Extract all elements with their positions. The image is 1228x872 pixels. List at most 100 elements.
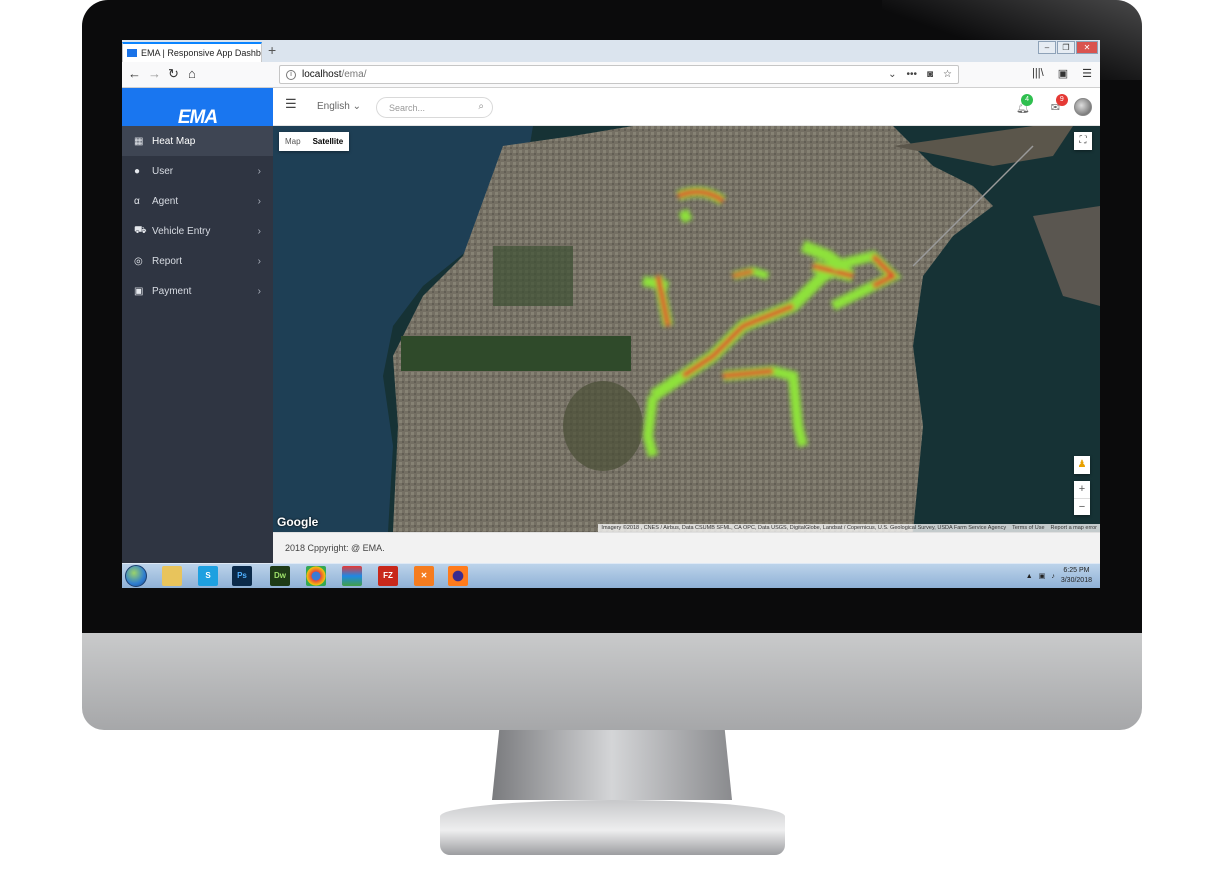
search-input[interactable]: Search... ⌕ xyxy=(376,97,493,118)
photoshop-icon[interactable]: Ps xyxy=(232,566,252,586)
report-error-link[interactable]: Report a map error xyxy=(1051,525,1097,531)
network-icon[interactable]: ▣ xyxy=(1039,572,1046,580)
sidebar-item-label: Vehicle Entry xyxy=(152,225,211,237)
dreamweaver-icon[interactable]: Dw xyxy=(270,566,290,586)
zoom-out-button[interactable]: − xyxy=(1074,498,1090,515)
sidebar-item-label: Agent xyxy=(152,195,179,207)
sidebar-item-vehicle-entry[interactable]: ⛟ Vehicle Entry › xyxy=(122,216,273,246)
brand-logo[interactable]: EMA xyxy=(122,88,273,126)
browser-nav-bar: ← → ↻ ⌂ i localhost/ema/ ⌄ ••• ◙ ☆ |||\ … xyxy=(122,62,1100,88)
new-tab-icon[interactable]: + xyxy=(268,42,276,58)
clock[interactable]: 6:25 PM 3/30/2018 xyxy=(1061,566,1092,586)
window-controls: – ❐ ✕ xyxy=(1038,41,1098,54)
url-host: localhost xyxy=(302,69,342,80)
copyright-text: 2018 Cppyright: @ EMA. xyxy=(285,543,385,553)
minimize-icon[interactable]: – xyxy=(1038,41,1056,54)
skype-icon[interactable]: S xyxy=(198,566,218,586)
xampp-icon[interactable]: ✕ xyxy=(414,566,434,586)
chevron-right-icon: › xyxy=(257,255,261,267)
terms-link[interactable]: Terms of Use xyxy=(1012,525,1044,531)
home-icon[interactable]: ⌂ xyxy=(188,66,196,81)
volume-icon[interactable]: ♪ xyxy=(1051,573,1055,580)
car-icon: ⛟ xyxy=(134,224,147,236)
bell-icon[interactable]: 🔔︎ 4 xyxy=(1016,94,1034,114)
browser-tab[interactable]: EMA | Responsive App Dashbo ✕ xyxy=(122,42,262,62)
heat-map[interactable]: Map Satellite ⛶ ♟ + − Google Imagery ©20… xyxy=(273,126,1100,532)
library-icon[interactable]: |||\ xyxy=(1032,67,1044,80)
clock-date: 3/30/2018 xyxy=(1060,577,1092,584)
sidebar-item-label: Heat Map xyxy=(152,135,196,147)
tab-title: EMA | Responsive App Dashbo xyxy=(141,48,262,58)
user-icon: ● xyxy=(134,165,141,177)
mail-icon[interactable]: ✉ 9 xyxy=(1051,94,1068,114)
page-actions-icon[interactable]: ••• xyxy=(906,69,917,80)
start-button[interactable] xyxy=(125,565,147,587)
zoom-control: + − xyxy=(1074,481,1090,515)
chevron-right-icon: › xyxy=(257,165,261,177)
back-icon[interactable]: ← xyxy=(128,66,141,81)
pocket-icon[interactable]: ◙ xyxy=(927,69,933,80)
avatar[interactable] xyxy=(1074,98,1092,116)
map-type-satellite[interactable]: Satellite xyxy=(307,132,350,151)
flag-app-icon[interactable] xyxy=(342,566,362,586)
map-icon: ▦ xyxy=(134,135,144,147)
taskbar: S Ps Dw FZ ✕ ▲ ▣ ♪ 6:25 PM 3/30/2018 xyxy=(122,563,1100,588)
map-type-map[interactable]: Map xyxy=(279,132,307,151)
hamburger-icon[interactable]: ☰ xyxy=(285,96,297,112)
presidio xyxy=(493,246,573,306)
app-footer: 2018 Cppyright: @ EMA. xyxy=(273,532,1100,563)
notification-badge: 4 xyxy=(1021,94,1034,106)
search-placeholder: Search... xyxy=(389,103,426,113)
sidebar-item-label: Report xyxy=(152,255,183,267)
street-view-pegman-icon[interactable]: ♟ xyxy=(1074,456,1090,474)
forward-icon[interactable]: → xyxy=(148,66,161,81)
golden-gate-park xyxy=(401,336,631,371)
sidebar-item-label: Payment xyxy=(152,285,192,297)
payment-icon: ▣ xyxy=(134,285,144,297)
monitor-stand-neck xyxy=(492,730,732,800)
browser-tab-bar: EMA | Responsive App Dashbo ✕ + – ❐ ✕ xyxy=(122,40,1100,62)
sidebar-item-label: User xyxy=(152,165,174,177)
map-type-control: Map Satellite xyxy=(279,132,350,151)
attribution-text: Imagery ©2018 , CNES / Airbus, Data CSUM… xyxy=(601,525,1007,531)
reload-icon[interactable]: ↻ xyxy=(168,66,179,82)
explorer-icon[interactable] xyxy=(162,566,182,586)
clock-time: 6:25 PM xyxy=(1063,567,1090,574)
sidebar-item-report[interactable]: ◎ Report › xyxy=(122,246,273,276)
chevron-right-icon: › xyxy=(257,195,261,207)
satellite-imagery xyxy=(273,126,1100,532)
filezilla-icon[interactable]: FZ xyxy=(378,566,398,586)
sidebar-item-user[interactable]: ● User › xyxy=(122,156,273,186)
monitor-stand-foot xyxy=(440,800,785,855)
language-label: English xyxy=(317,101,350,112)
sidebar-item-heat-map[interactable]: ▦ Heat Map xyxy=(122,126,273,156)
brand-text: EMA xyxy=(177,108,218,126)
info-icon[interactable]: i xyxy=(286,69,296,80)
chevron-right-icon: › xyxy=(257,225,261,237)
chevron-down-icon[interactable]: ⌄ xyxy=(888,69,896,80)
search-icon[interactable]: ⌕ xyxy=(478,101,484,112)
language-select[interactable]: English ⌄ xyxy=(317,101,361,112)
sidebar-toggle-icon[interactable]: ▣ xyxy=(1058,67,1068,80)
message-badge: 9 xyxy=(1055,94,1068,106)
sidebar-item-agent[interactable]: α Agent › xyxy=(122,186,273,216)
favicon-icon xyxy=(127,49,137,57)
zoom-in-button[interactable]: + xyxy=(1074,481,1090,498)
fullscreen-icon[interactable]: ⛶ xyxy=(1074,132,1092,150)
tray-arrow-icon[interactable]: ▲ xyxy=(1026,573,1033,580)
sidebar-item-payment[interactable]: ▣ Payment › xyxy=(122,276,273,306)
chevron-right-icon: › xyxy=(257,285,261,297)
alpha-icon: α xyxy=(134,195,140,207)
maximize-icon[interactable]: ❐ xyxy=(1057,41,1075,54)
url-bar[interactable]: i localhost/ema/ ⌄ ••• ◙ ☆ xyxy=(279,65,959,84)
close-window-icon[interactable]: ✕ xyxy=(1076,41,1098,54)
screen: EMA | Responsive App Dashbo ✕ + – ❐ ✕ ← … xyxy=(122,40,1100,588)
url-path: /ema/ xyxy=(341,69,367,80)
bookmark-star-icon[interactable]: ☆ xyxy=(943,69,952,80)
firefox-icon[interactable] xyxy=(448,566,468,586)
report-icon: ◎ xyxy=(134,255,143,267)
app-sidebar: EMA ▦ Heat Map ● User › α Agent › ⛟ Vehi… xyxy=(122,88,273,563)
monitor-chin xyxy=(82,633,1142,730)
chrome-icon[interactable] xyxy=(306,566,326,586)
menu-icon[interactable]: ☰ xyxy=(1082,67,1092,80)
